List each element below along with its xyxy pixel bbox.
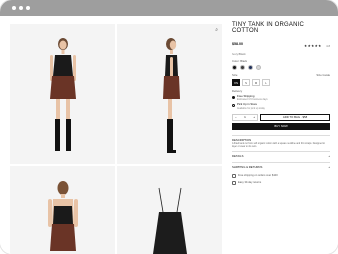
- color-swatch-2[interactable]: [240, 65, 245, 70]
- product-info-panel: TINY TANK IN ORGANIC COTTON $58.00 ★★★★★…: [232, 22, 330, 185]
- qty-minus-button[interactable]: −: [235, 115, 237, 119]
- qty-plus-button[interactable]: +: [253, 115, 255, 119]
- color-swatch-1[interactable]: [232, 65, 237, 70]
- page-content: ⌕ TINY TANK IN ORGANIC COTTON $58.00 ★★★…: [0, 16, 338, 254]
- color-swatch-3[interactable]: [248, 65, 253, 70]
- shipping-option-1[interactable]: Free Shipping Estimated 3-5 business day…: [232, 94, 330, 102]
- truck-icon: [232, 173, 236, 178]
- size-label: Size: [232, 73, 238, 77]
- window-dot-1[interactable]: [12, 6, 16, 10]
- rating-value: 4.8: [326, 44, 330, 48]
- product-image-back[interactable]: [10, 166, 115, 254]
- size-selector: XS S M L: [232, 79, 330, 86]
- rating-stars-icon[interactable]: ★★★★★: [304, 44, 322, 48]
- shipping-option-2[interactable]: Pick Up in Store Available for pick up t…: [232, 102, 330, 110]
- description-text: A fitted tank cut from soft organic cott…: [232, 142, 325, 148]
- perk-returns: Easy 30-day returns: [232, 180, 330, 185]
- tank-flat-illustration: [153, 187, 187, 254]
- product-gallery: ⌕: [10, 24, 222, 254]
- window-dot-3[interactable]: [26, 6, 30, 10]
- delivery-label: Delivery: [232, 89, 243, 93]
- accordion-shipping-label: SHIPPING & RETURNS: [232, 164, 263, 169]
- size-option-xs[interactable]: XS: [232, 79, 240, 86]
- accordion-details-label: DETAILS: [232, 153, 244, 158]
- accordion-shipping[interactable]: SHIPPING & RETURNS +: [232, 161, 330, 171]
- radio-unselected-icon[interactable]: [232, 103, 235, 107]
- size-option-s[interactable]: S: [242, 79, 250, 86]
- add-to-bag-button[interactable]: ADD TO BAG · $58: [260, 113, 330, 121]
- plus-icon: +: [328, 153, 330, 158]
- size-option-l[interactable]: L: [262, 79, 270, 86]
- qty-value: 1: [244, 115, 246, 120]
- product-price: $58.00: [232, 42, 243, 46]
- quantity-stepper[interactable]: − 1 +: [232, 113, 258, 121]
- description-heading: DESCRIPTION: [232, 134, 330, 142]
- shipping-option-2-sub: Available for pick up today: [237, 106, 265, 110]
- size-guide-link[interactable]: Size Guide: [316, 73, 330, 77]
- product-image-flat[interactable]: [117, 166, 222, 254]
- shipping-option-1-sub: Estimated 3-5 business days: [237, 98, 268, 102]
- model-side-illustration: [163, 38, 180, 153]
- product-title: TINY TANK IN ORGANIC COTTON: [232, 22, 305, 34]
- size-option-m[interactable]: M: [252, 79, 260, 86]
- product-image-side[interactable]: ⌕: [117, 24, 222, 164]
- product-subtitle: Ivory/Black: [232, 52, 246, 56]
- color-label: Color: Black: [232, 59, 248, 63]
- buy-now-button[interactable]: BUY NOW: [232, 122, 330, 130]
- perk-shipping: Free shipping on orders over $100: [232, 173, 330, 178]
- accordion-details[interactable]: DETAILS +: [232, 150, 330, 160]
- radio-selected-icon[interactable]: [232, 95, 235, 99]
- return-icon: [232, 180, 236, 185]
- model-back-illustration: [48, 181, 78, 251]
- perk-returns-text: Easy 30-day returns: [238, 181, 262, 185]
- color-swatch-4[interactable]: [256, 65, 261, 70]
- window-dot-2[interactable]: [19, 6, 23, 10]
- window-titlebar: [0, 0, 338, 16]
- model-front-illustration: [50, 38, 76, 151]
- browser-window: ⌕ TINY TANK IN ORGANIC COTTON $58.00 ★★★…: [0, 0, 338, 254]
- perk-shipping-text: Free shipping on orders over $100: [238, 174, 278, 178]
- product-image-front[interactable]: [10, 24, 115, 164]
- color-swatches: [232, 65, 330, 70]
- plus-icon: +: [328, 164, 330, 169]
